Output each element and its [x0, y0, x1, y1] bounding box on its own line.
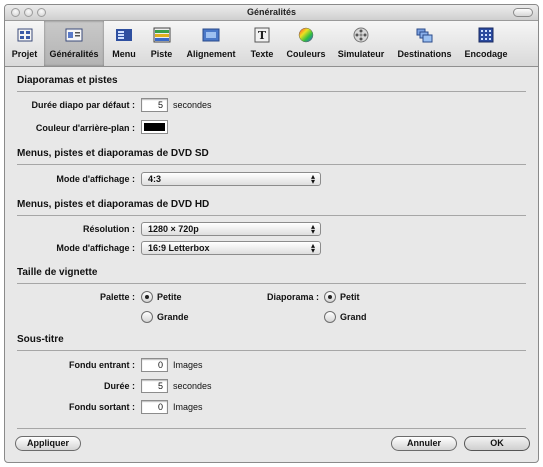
window-title: Généralités: [246, 7, 297, 17]
background-color-swatch[interactable]: [141, 120, 168, 134]
sd-display-mode-value: 4:3: [148, 174, 162, 184]
fade-out-field[interactable]: 0: [141, 400, 168, 414]
palette-small-label[interactable]: Petite: [157, 292, 182, 302]
simulator-icon: [353, 27, 369, 43]
slideshow-small-label[interactable]: Petit: [340, 292, 360, 302]
fade-out-label: Fondu sortant :: [69, 402, 135, 412]
tab-alignment[interactable]: Alignement: [179, 21, 243, 66]
svg-text:T: T: [258, 29, 267, 42]
slideshow-small-radio[interactable]: [324, 291, 336, 303]
tab-general[interactable]: Généralités: [44, 21, 104, 66]
section-heading-thumbnail-size: Taille de vignette: [17, 267, 98, 278]
slideshow-large-radio[interactable]: [324, 311, 336, 323]
hd-display-mode-popup[interactable]: 16:9 Letterbox ▴ ▾: [141, 241, 321, 255]
section-heading-dvd-sd: Menus, pistes et diaporamas de DVD SD: [17, 148, 209, 159]
hd-resolution-popup[interactable]: 1280 × 720p ▴ ▾: [141, 222, 321, 236]
apply-button[interactable]: Appliquer: [15, 436, 81, 451]
tab-track[interactable]: Piste: [144, 21, 179, 66]
palette-large-label[interactable]: Grande: [157, 312, 189, 322]
tab-destinations[interactable]: Destinations: [391, 21, 458, 66]
palette-small-radio[interactable]: [141, 291, 153, 303]
toolbar-toggle-button[interactable]: [513, 8, 533, 17]
default-slide-duration-label: Durée diapo par défaut :: [31, 100, 135, 110]
subtitle-duration-label: Durée :: [103, 381, 135, 391]
menu-icon: [116, 29, 132, 41]
subtitle-duration-unit: secondes: [173, 381, 212, 391]
section-heading-subtitle: Sous-titre: [17, 334, 64, 345]
background-color-fill: [144, 123, 165, 131]
fade-in-field[interactable]: 0: [141, 358, 168, 372]
tab-label: Projet: [11, 49, 38, 59]
up-down-arrows-icon: ▴ ▾: [310, 172, 315, 186]
hd-display-mode-value: 16:9 Letterbox: [148, 243, 210, 253]
tab-colors[interactable]: Couleurs: [281, 21, 331, 66]
preferences-window: Généralités Projet Généralités Menu Pist…: [4, 4, 539, 463]
cancel-button[interactable]: Annuler: [391, 436, 457, 451]
tab-label: Piste: [150, 49, 173, 59]
tab-menu[interactable]: Menu: [104, 21, 144, 66]
tab-project[interactable]: Projet: [5, 21, 44, 66]
section-heading-slideshows: Diaporamas et pistes: [17, 75, 118, 86]
destinations-icon: [416, 28, 432, 43]
title-bar: Généralités: [5, 5, 538, 21]
subtitle-duration-field[interactable]: 5: [141, 379, 168, 393]
track-icon: [153, 27, 170, 43]
section-divider: [17, 164, 526, 165]
default-slide-duration-unit: secondes: [173, 100, 212, 110]
section-divider: [17, 215, 526, 216]
palette-size-label: Palette :: [99, 292, 135, 302]
tab-encoding[interactable]: Encodage: [458, 21, 514, 66]
ok-button[interactable]: OK: [464, 436, 530, 451]
up-down-arrows-icon: ▴ ▾: [310, 222, 315, 236]
tab-label: Destinations: [397, 49, 452, 59]
tab-label: Texte: [250, 49, 274, 59]
slideshow-large-label[interactable]: Grand: [340, 312, 367, 322]
tab-label: Généralités: [49, 49, 99, 59]
toolbar: Projet Généralités Menu Piste Alignement…: [5, 21, 538, 67]
up-down-arrows-icon: ▴ ▾: [310, 241, 315, 255]
default-slide-duration-field[interactable]: 5: [141, 98, 168, 112]
slideshow-size-label: Diaporama :: [266, 292, 319, 302]
tab-text[interactable]: T Texte: [243, 21, 281, 66]
palette-large-radio[interactable]: [141, 311, 153, 323]
hd-resolution-label: Résolution :: [83, 224, 135, 234]
encoding-icon: [478, 27, 494, 43]
tab-label: Encodage: [464, 49, 508, 59]
general-icon: [65, 28, 83, 42]
fade-out-unit: Images: [173, 402, 203, 412]
fade-in-unit: Images: [173, 360, 203, 370]
sd-display-mode-label: Mode d'affichage :: [56, 174, 135, 184]
section-divider: [17, 350, 526, 351]
tab-label: Alignement: [186, 49, 236, 59]
colors-icon: [298, 27, 314, 43]
project-icon: [17, 28, 32, 42]
alignment-icon: [202, 28, 220, 42]
tab-simulator[interactable]: Simulateur: [331, 21, 391, 66]
hd-resolution-value: 1280 × 720p: [148, 224, 199, 234]
tab-label: Couleurs: [286, 49, 326, 59]
tab-label: Simulateur: [337, 49, 385, 59]
footer-divider: [17, 428, 526, 429]
section-divider: [17, 283, 526, 284]
background-color-label: Couleur d'arrière-plan :: [35, 123, 135, 133]
section-divider: [17, 91, 526, 92]
fade-in-label: Fondu entrant :: [69, 360, 135, 370]
sd-display-mode-popup[interactable]: 4:3 ▴ ▾: [141, 172, 321, 186]
hd-display-mode-label: Mode d'affichage :: [56, 243, 135, 253]
preferences-content: Diaporamas et pistes Durée diapo par déf…: [5, 67, 538, 462]
tab-label: Menu: [112, 49, 136, 59]
section-heading-dvd-hd: Menus, pistes et diaporamas de DVD HD: [17, 199, 210, 210]
text-icon: T: [254, 27, 270, 43]
